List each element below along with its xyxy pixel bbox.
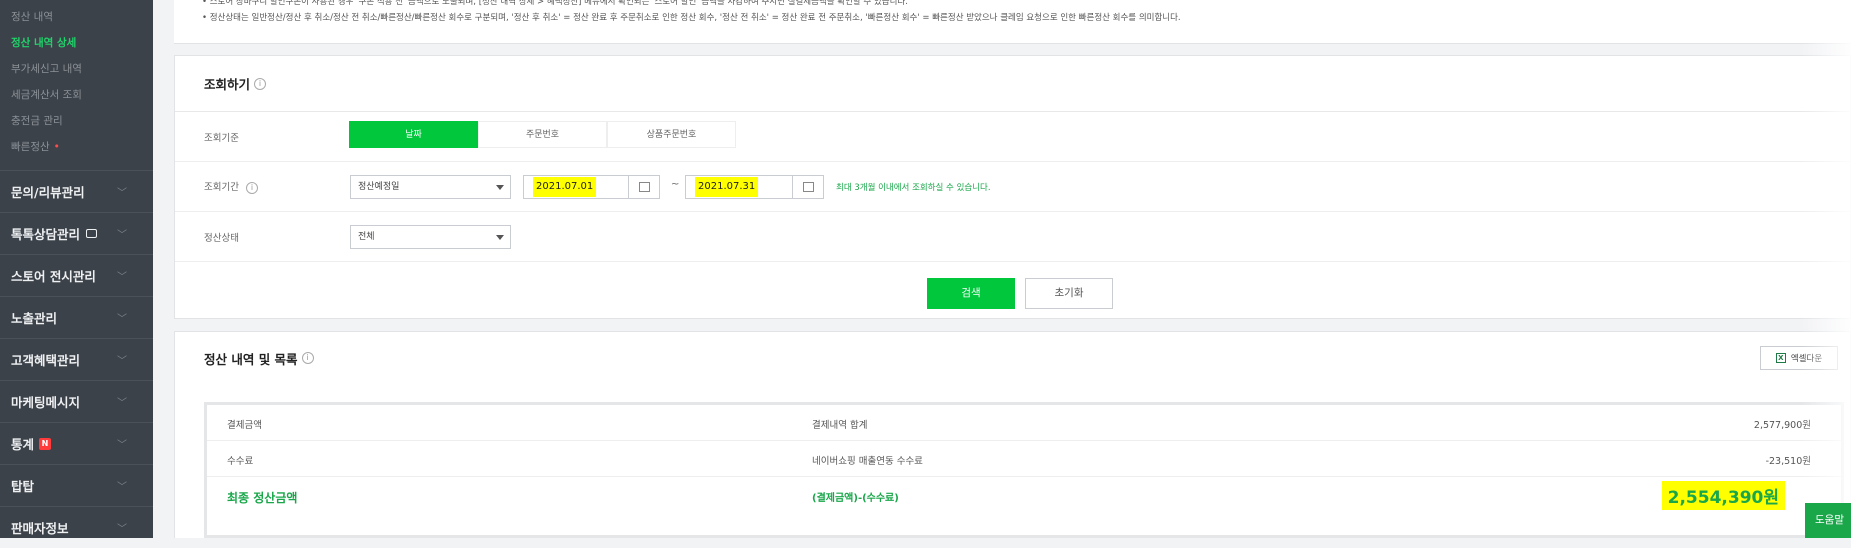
summary-amount: -23,510원: [1765, 456, 1811, 467]
status-select[interactable]: 전체: [350, 225, 511, 249]
chevron-down-icon: ﹀: [117, 356, 127, 367]
sidebar-menu-inquiry-review[interactable]: 문의/리뷰관리 ﹀: [0, 170, 153, 212]
chevron-down-icon: [496, 185, 504, 190]
end-date-field[interactable]: 2021.07.31: [685, 175, 824, 199]
summary-row: 결제금액 결제내역 합계 2,577,900원: [207, 405, 1841, 441]
chevron-down-icon: ﹀: [117, 188, 127, 199]
criteria-option-date[interactable]: 날짜: [349, 121, 478, 148]
date-range-separator: ~: [671, 179, 680, 190]
info-icon[interactable]: i: [246, 182, 258, 194]
sidebar-subitem-vat-report[interactable]: 부가세신고 내역: [0, 56, 153, 82]
final-desc: (결제금액)-(수수료): [812, 493, 899, 504]
summary-desc: 네이버쇼핑 매출연동 수수료: [812, 456, 923, 467]
summary-row: 수수료 네이버쇼핑 매출연동 수수료 -23,510원: [207, 441, 1841, 477]
chevron-down-icon: ﹀: [117, 272, 127, 283]
chevron-down-icon: ﹀: [117, 314, 127, 325]
calendar-icon[interactable]: [628, 176, 659, 198]
sidebar-menu-label: 통계: [11, 437, 35, 452]
excel-icon: X: [1775, 353, 1786, 363]
status-row: 정산상태 전체: [175, 212, 1850, 262]
criteria-option-order-no[interactable]: 주문번호: [478, 121, 607, 148]
sidebar-subitem-charge-manage[interactable]: 충전금 관리: [0, 108, 153, 134]
excel-download-button[interactable]: X 엑셀다운: [1760, 346, 1838, 370]
sidebar: 정산 내역 정산 내역 상세 부가세신고 내역 세금계산서 조회 충전금 관리 …: [0, 0, 153, 538]
chevron-down-icon: ﹀: [117, 230, 127, 241]
excel-button-label: 엑셀다운: [1790, 354, 1823, 364]
chat-bubble-icon: [86, 229, 98, 238]
sidebar-menu-store-display[interactable]: 스토어 전시관리 ﹀: [0, 254, 153, 296]
sidebar-subitem-settlement-detail[interactable]: 정산 내역 상세: [0, 30, 153, 56]
sidebar-menu-exposure[interactable]: 노출관리 ﹀: [0, 296, 153, 338]
criteria-segmented-control: 날짜 주문번호 상품주문번호: [349, 121, 736, 148]
start-date-field[interactable]: 2021.07.01: [523, 175, 660, 199]
sidebar-menu-label: 문의/리뷰관리: [11, 185, 85, 200]
summary-desc: 결제내역 합계: [812, 420, 868, 431]
period-row: 조회기간 i 정산예정일 2021.07.01 ~ 2021.07.31 최대 …: [175, 162, 1850, 212]
end-date-value: 2021.07.31: [695, 177, 759, 197]
sidebar-menu-statistics[interactable]: 통계 N ﹀: [0, 422, 153, 464]
calendar-icon[interactable]: [792, 176, 823, 198]
status-label: 정산상태: [204, 232, 239, 244]
settlement-submenu: 정산 내역 정산 내역 상세 부가세신고 내역 세금계산서 조회 충전금 관리 …: [0, 0, 153, 170]
sidebar-menu-label: 톡톡상담관리: [11, 227, 81, 242]
new-dot-icon: •: [53, 141, 60, 153]
start-date-value: 2021.07.01: [533, 177, 597, 197]
sidebar-subitem-quick-settlement[interactable]: 빠른정산 •: [0, 134, 153, 160]
sidebar-menu-label: 스토어 전시관리: [11, 269, 96, 284]
period-hint: 최대 3개월 이내에서 조회하실 수 있습니다.: [836, 183, 991, 193]
criteria-label: 조회기준: [204, 132, 239, 144]
search-button-area: 검색 초기화: [175, 262, 1850, 335]
period-label: 조회기간 i: [204, 179, 258, 194]
main-content: • 스토어 장바구니 할인쿠폰이 사용된 경우 '쿠폰 적용 전' 금액으로 노…: [174, 0, 1851, 538]
sidebar-menu-customer-benefit[interactable]: 고객혜택관리 ﹀: [0, 338, 153, 380]
notice-box: • 스토어 장바구니 할인쿠폰이 사용된 경우 '쿠폰 적용 전' 금액으로 노…: [174, 0, 1851, 44]
summary-amount: 2,577,900원: [1753, 420, 1811, 431]
info-icon[interactable]: i: [254, 77, 267, 90]
info-icon[interactable]: i: [301, 352, 314, 364]
date-type-select[interactable]: 정산예정일: [350, 175, 511, 199]
sidebar-subitem-settlement-list[interactable]: 정산 내역: [0, 4, 153, 30]
summary-label: 수수료: [227, 456, 254, 467]
notice-line: • 정산상태는 일반정산/정산 후 취소/정산 전 취소/빠른정산/빠른정산 회…: [202, 13, 1181, 23]
select-value: 정산예정일: [358, 182, 400, 192]
sidebar-menu-label: 마케팅메시지: [11, 395, 81, 410]
sidebar-menu-taptap[interactable]: 탑탑 ﹀: [0, 464, 153, 506]
chevron-down-icon: ﹀: [117, 482, 127, 493]
final-amount: 2,554,390원: [1661, 481, 1785, 510]
sidebar-menu-talktalk[interactable]: 톡톡상담관리 ﹀: [0, 212, 153, 254]
list-panel-header: 정산 내역 및 목록 i: [175, 332, 1850, 384]
chevron-down-icon: ﹀: [117, 524, 127, 535]
select-value: 전체: [358, 232, 375, 242]
sidebar-subitem-label: 빠른정산: [11, 141, 50, 153]
panel-title: 정산 내역 및 목록: [204, 351, 298, 367]
settlement-summary-table: 결제금액 결제내역 합계 2,577,900원 수수료 네이버쇼핑 매출연동 수…: [204, 402, 1844, 538]
summary-final-row: 최종 정산금액 (결제금액)-(수수료) 2,554,390원: [207, 477, 1841, 517]
final-label: 최종 정산금액: [227, 491, 298, 505]
notice-line: • 스토어 장바구니 할인쿠폰이 사용된 경우 '쿠폰 적용 전' 금액으로 노…: [202, 0, 908, 7]
reset-button[interactable]: 초기화: [1025, 278, 1113, 309]
new-badge: N: [39, 437, 52, 450]
search-button[interactable]: 검색: [927, 278, 1015, 309]
panel-title: 조회하기: [204, 77, 251, 92]
sidebar-menu-label: 판매자정보: [11, 521, 69, 536]
chevron-down-icon: ﹀: [117, 398, 127, 409]
criteria-option-product-order-no[interactable]: 상품주문번호: [607, 121, 736, 148]
period-label-text: 조회기간: [204, 182, 239, 193]
sidebar-menu-label: 탑탑: [11, 479, 35, 494]
sidebar-menu-label: 고객혜택관리: [11, 353, 81, 368]
search-panel-header: 조회하기 i: [175, 56, 1850, 112]
chevron-down-icon: ﹀: [117, 440, 127, 451]
search-panel: 조회하기 i 조회기준 날짜 주문번호 상품주문번호 조회기간 i 정산예정일 …: [174, 55, 1851, 319]
help-button[interactable]: 도움말: [1805, 503, 1851, 538]
sidebar-menu-label: 노출관리: [11, 311, 58, 326]
sidebar-menu-seller-info[interactable]: 판매자정보 ﹀: [0, 506, 153, 548]
sidebar-menu-marketing-message[interactable]: 마케팅메시지 ﹀: [0, 380, 153, 422]
chevron-down-icon: [496, 235, 504, 240]
summary-label: 결제금액: [227, 420, 262, 431]
sidebar-subitem-tax-invoice[interactable]: 세금계산서 조회: [0, 82, 153, 108]
criteria-row: 조회기준 날짜 주문번호 상품주문번호: [175, 112, 1850, 162]
